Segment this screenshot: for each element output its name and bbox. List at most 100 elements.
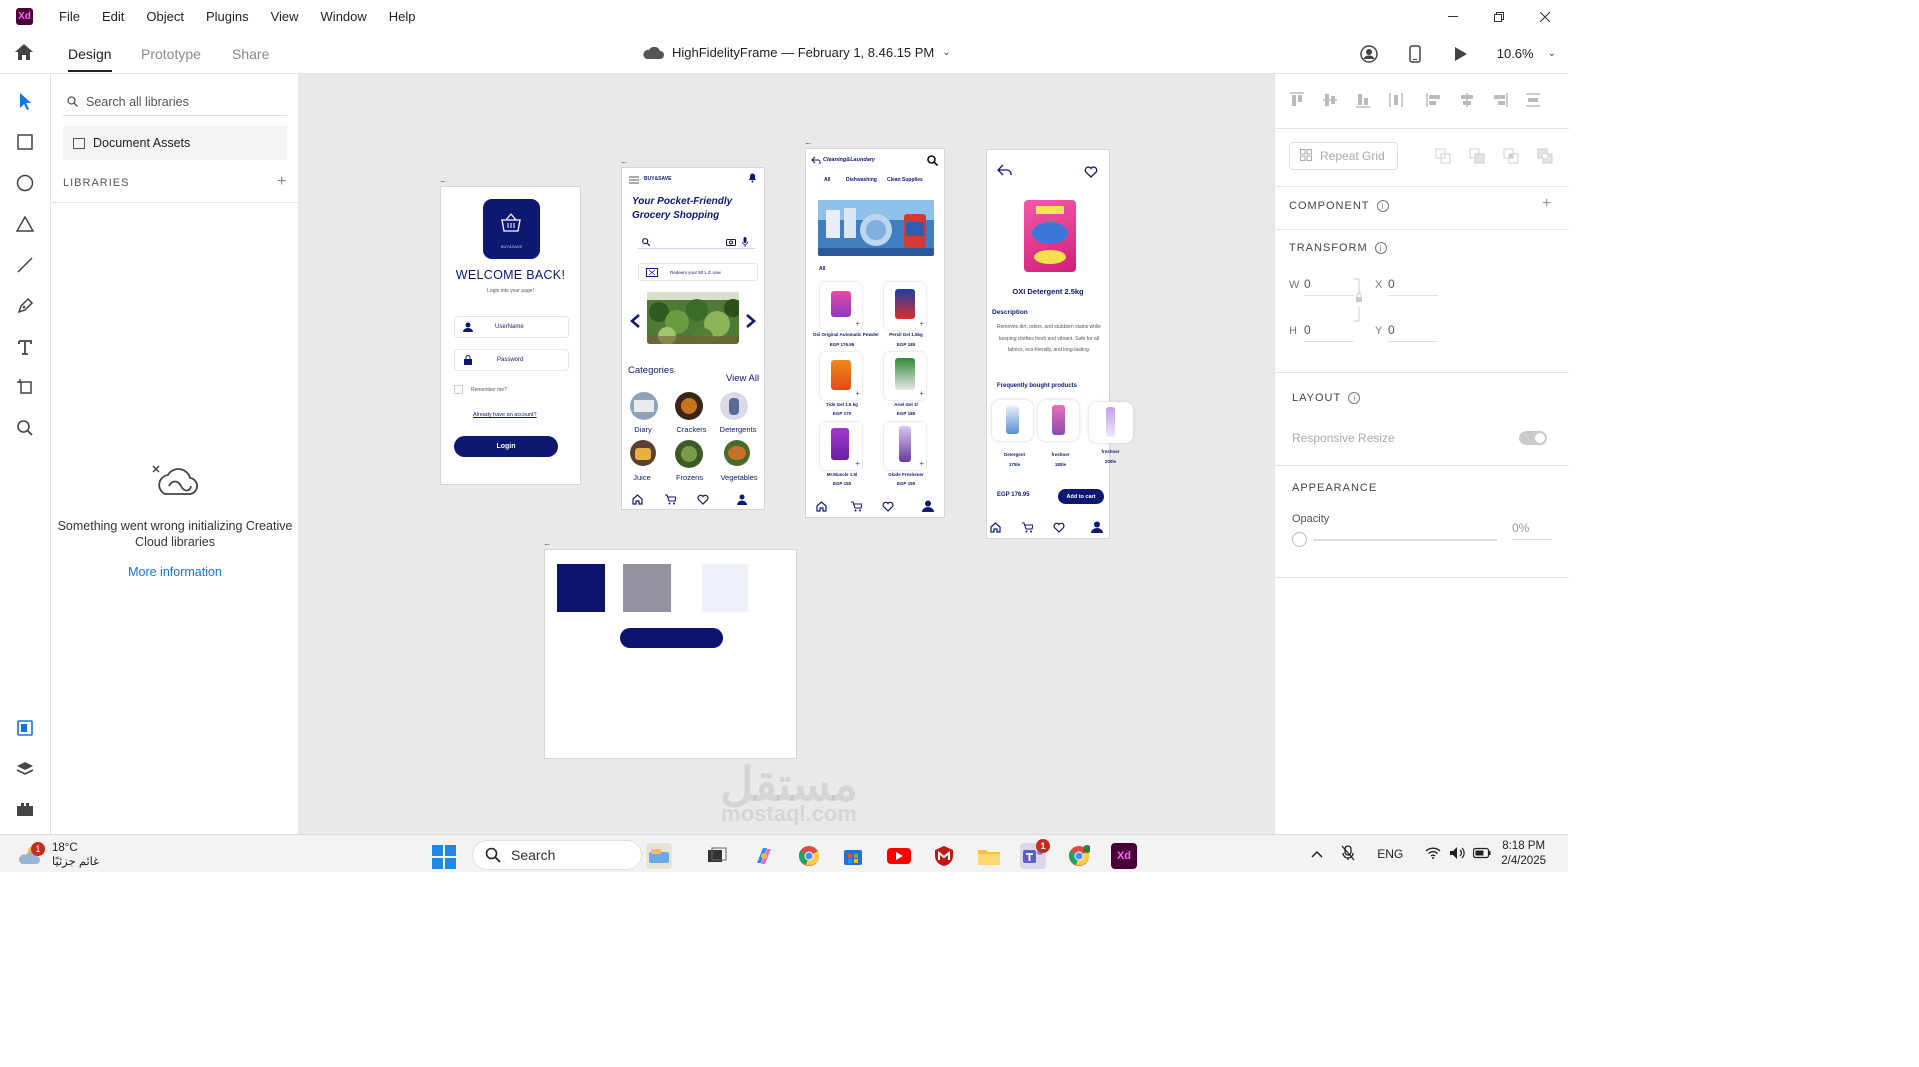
tab-prototype[interactable]: Prototype xyxy=(141,46,201,62)
artboard-product-detail[interactable]: OXI Detergent 2.5kg Description Removes … xyxy=(986,149,1133,539)
chrome-icon[interactable] xyxy=(796,843,822,869)
align-bottom-icon[interactable] xyxy=(1355,92,1371,108)
repeat-grid-button[interactable]: Repeat Grid xyxy=(1289,142,1398,170)
y-input[interactable]: 0 xyxy=(1388,323,1438,342)
zoom-level[interactable]: 10.6% xyxy=(1497,46,1534,61)
ellipse-tool-icon[interactable] xyxy=(14,172,36,194)
library-search-input[interactable]: Search all libraries xyxy=(63,88,287,116)
home-search-bar[interactable] xyxy=(638,235,755,249)
nav-profile-icon[interactable] xyxy=(737,494,747,505)
teams-icon[interactable]: 1 xyxy=(1020,839,1050,869)
artboard-style-guide[interactable] xyxy=(544,549,797,759)
artboard-login[interactable]: BUY&SAVE WELCOME BACK! Login into your p… xyxy=(440,186,581,485)
text-tool-icon[interactable] xyxy=(14,336,36,358)
add-product-icon[interactable]: + xyxy=(919,459,924,468)
zoom-chevron-icon[interactable]: ⌄ xyxy=(1548,48,1556,59)
nav-cart-icon[interactable] xyxy=(1022,522,1033,533)
chevron-down-icon[interactable]: ⌄ xyxy=(942,47,950,58)
zoom-tool-icon[interactable] xyxy=(14,417,36,439)
artboard-tool-icon[interactable] xyxy=(14,376,36,398)
responsive-resize-toggle[interactable] xyxy=(1519,431,1547,445)
align-top-icon[interactable] xyxy=(1289,92,1305,108)
tab-share[interactable]: Share xyxy=(232,46,269,62)
line-tool-icon[interactable] xyxy=(14,254,36,276)
mobile-preview-icon[interactable] xyxy=(1405,44,1425,64)
chevron-left-icon[interactable] xyxy=(629,313,641,329)
nav-cart-icon[interactable] xyxy=(851,501,862,512)
color-swatch-light[interactable] xyxy=(702,564,748,612)
more-information-link[interactable]: More information xyxy=(51,565,299,579)
libraries-panel-icon[interactable] xyxy=(14,717,36,739)
microsoft-store-icon[interactable] xyxy=(840,843,866,869)
select-tool-icon[interactable] xyxy=(14,90,36,112)
x-input[interactable]: 0 xyxy=(1388,277,1438,296)
boolean-exclude-icon[interactable] xyxy=(1537,148,1553,164)
boolean-add-icon[interactable] xyxy=(1435,148,1451,164)
chrome-profile-icon[interactable] xyxy=(1066,843,1092,869)
task-view-icon[interactable] xyxy=(704,843,730,869)
listing-tab-all[interactable]: All xyxy=(824,177,830,183)
pen-tool-icon[interactable] xyxy=(14,295,36,317)
view-all-link[interactable]: View All xyxy=(726,373,759,384)
opacity-input[interactable]: 0% xyxy=(1512,521,1552,540)
taskbar-search[interactable]: Search xyxy=(472,840,642,870)
nav-favorites-icon[interactable] xyxy=(882,501,894,512)
wifi-icon[interactable] xyxy=(1425,846,1441,862)
search-icon[interactable] xyxy=(927,155,938,166)
artboard-handle[interactable]: ... xyxy=(544,537,549,547)
menu-window[interactable]: Window xyxy=(321,9,367,24)
artboard-listing[interactable]: Cleaning&Laundary All Dishwashing Clean … xyxy=(805,148,945,518)
file-explorer-icon[interactable] xyxy=(976,843,1002,869)
copilot-icon[interactable] xyxy=(751,843,777,869)
add-product-icon[interactable]: + xyxy=(855,459,860,468)
category-crackers-image[interactable] xyxy=(675,392,703,420)
add-product-icon[interactable]: + xyxy=(919,319,924,328)
lock-aspect-icon[interactable] xyxy=(1353,278,1363,322)
menu-help[interactable]: Help xyxy=(389,9,416,24)
add-to-cart-button[interactable]: Add to cart xyxy=(1058,489,1104,504)
align-right-icon[interactable] xyxy=(1492,92,1508,108)
category-diary-image[interactable] xyxy=(630,392,658,420)
listing-tab-dishwashing[interactable]: Dishwashing xyxy=(846,177,877,183)
microphone-muted-icon[interactable] xyxy=(1341,844,1355,864)
product-card[interactable]: + xyxy=(884,422,926,470)
color-swatch-secondary[interactable] xyxy=(623,564,671,612)
volume-icon[interactable] xyxy=(1449,846,1465,863)
opacity-slider-thumb[interactable] xyxy=(1292,532,1307,547)
username-field[interactable]: UserName xyxy=(454,316,569,338)
document-title[interactable]: HighFidelityFrame — February 1, 8.46.15 … xyxy=(642,45,951,60)
youtube-icon[interactable] xyxy=(886,843,912,869)
play-preview-icon[interactable] xyxy=(1451,44,1471,64)
nav-favorites-icon[interactable] xyxy=(697,494,709,505)
product-card[interactable]: + xyxy=(884,282,926,330)
nav-favorites-icon[interactable] xyxy=(1053,522,1065,533)
distribute-vertical-icon[interactable] xyxy=(1388,92,1404,108)
nav-cart-icon[interactable] xyxy=(665,494,676,505)
chevron-up-icon[interactable] xyxy=(1311,847,1323,861)
artboard-home[interactable]: BUY&SAVE Your Pocket-Friendly Grocery Sh… xyxy=(621,167,765,510)
menu-edit[interactable]: Edit xyxy=(102,9,124,24)
home-icon[interactable] xyxy=(14,43,36,63)
polygon-tool-icon[interactable] xyxy=(14,213,36,235)
related-product-card[interactable] xyxy=(1089,402,1133,443)
related-product-card[interactable] xyxy=(992,400,1033,441)
file-explorer-widget-icon[interactable] xyxy=(646,843,672,869)
rectangle-tool-icon[interactable] xyxy=(14,131,36,153)
design-canvas[interactable]: ... BUY&SAVE WELCOME BACK! Login into yo… xyxy=(299,74,1274,834)
distribute-horizontal-icon[interactable] xyxy=(1525,92,1541,108)
restore-button[interactable] xyxy=(1476,0,1522,33)
adobe-xd-taskbar-icon[interactable]: Xd xyxy=(1111,843,1137,869)
already-account-link[interactable]: Already have an account? xyxy=(473,412,537,418)
password-field[interactable]: Password xyxy=(454,349,569,371)
category-detergents-image[interactable] xyxy=(720,392,748,420)
product-card[interactable]: + xyxy=(884,352,926,400)
info-icon[interactable]: i xyxy=(1376,200,1389,212)
info-icon[interactable]: i xyxy=(1374,242,1387,254)
redeem-banner[interactable]: Redeem your 50 L.E now xyxy=(638,263,758,281)
add-component-icon[interactable]: + xyxy=(1542,195,1551,213)
height-input[interactable]: 0 xyxy=(1304,323,1354,342)
related-product-card[interactable] xyxy=(1038,400,1079,441)
back-arrow-icon[interactable] xyxy=(997,164,1013,176)
layers-icon[interactable] xyxy=(14,758,36,780)
language-indicator[interactable]: ENG xyxy=(1377,847,1403,861)
